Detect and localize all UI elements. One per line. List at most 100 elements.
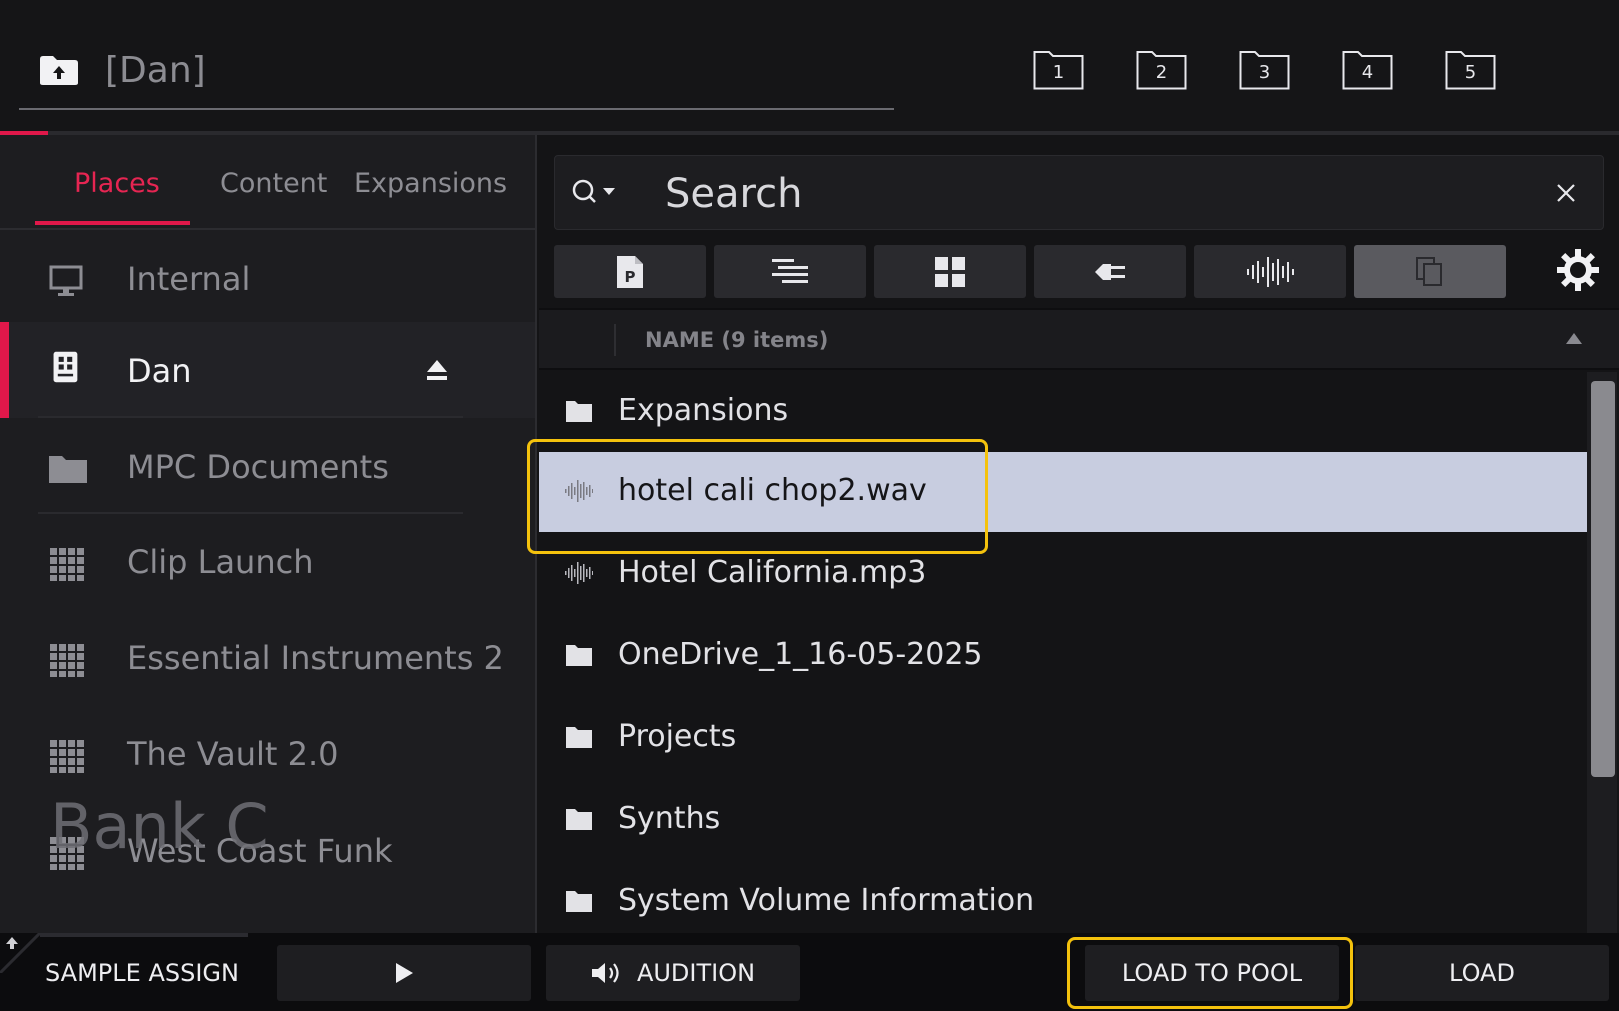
active-tab-indicator (35, 221, 190, 225)
column-divider (614, 324, 616, 356)
grid-icon (50, 644, 84, 677)
places-panel: Places Content Expansions Internal Dan M… (0, 135, 537, 933)
tab-content[interactable]: Content (220, 168, 327, 199)
quick-folder-number: 2 (1155, 62, 1168, 83)
folder-icon (566, 727, 592, 748)
quick-folder-2[interactable]: 2 (1136, 48, 1187, 90)
program-grid-icon (935, 256, 965, 287)
footer-notch (40, 933, 248, 937)
sample-assign-button[interactable]: SAMPLE ASSIGN (45, 959, 239, 987)
shift-arrow-icon[interactable] (0, 933, 40, 973)
file-name: OneDrive_1_16-05-2025 (618, 637, 983, 672)
search-icon[interactable] (571, 178, 619, 208)
audition-label: AUDITION (636, 959, 756, 987)
filter-plugins-button[interactable] (1034, 245, 1186, 298)
folder-up-icon[interactable] (39, 54, 79, 86)
file-browser-panel: P (539, 135, 1619, 933)
folder-icon (49, 456, 87, 483)
waveform-icon (565, 562, 593, 584)
place-the-vault-2[interactable]: The Vault 2.0 (0, 705, 535, 801)
waveform-icon (565, 480, 593, 502)
audition-button[interactable]: AUDITION (546, 945, 800, 1001)
load-label: LOAD (1449, 959, 1515, 987)
place-label: Clip Launch (127, 543, 314, 581)
speaker-icon (591, 963, 619, 983)
plugin-icon (1095, 263, 1125, 280)
place-label: Internal (127, 260, 251, 298)
file-row-hotel-california[interactable]: Hotel California.mp3 (539, 534, 1587, 614)
place-mpc-documents[interactable]: MPC Documents (0, 418, 535, 514)
load-to-pool-label: LOAD TO POOL (1121, 959, 1303, 987)
filter-all-files-button[interactable] (1354, 245, 1506, 298)
quick-folder-number: 3 (1258, 62, 1271, 83)
load-to-pool-button[interactable]: LOAD TO POOL (1085, 945, 1339, 1001)
place-west-coast-funk[interactable]: West Coast Funk (0, 802, 535, 898)
path-bar: [Dan] (19, 40, 894, 110)
file-name: Synths (618, 801, 721, 836)
place-internal[interactable]: Internal (0, 230, 535, 326)
svg-text:P: P (625, 268, 636, 286)
list-header: NAME (9 items) (539, 308, 1619, 370)
file-list: Expansions hotel cali chop2.wav Hotel Ca… (539, 372, 1587, 933)
file-name: hotel cali chop2.wav (618, 473, 927, 508)
file-name: Expansions (618, 393, 789, 428)
quick-folder-3[interactable]: 3 (1239, 48, 1290, 90)
quick-folder-1[interactable]: 1 (1033, 48, 1084, 90)
filter-projects-button[interactable]: P (554, 245, 706, 298)
waveform-icon (1247, 256, 1294, 287)
place-label: West Coast Funk (127, 832, 393, 870)
file-row-system-volume-information[interactable]: System Volume Information (539, 862, 1587, 933)
selection-indicator (0, 322, 9, 418)
gear-icon[interactable] (1555, 247, 1601, 293)
name-column-header[interactable]: NAME (9 items) (645, 328, 828, 352)
browser-header: [Dan] 1 2 3 4 5 (0, 0, 1619, 131)
place-label: MPC Documents (127, 448, 389, 486)
source-tabs: Places Content Expansions (0, 135, 535, 230)
file-name: System Volume Information (618, 883, 1035, 918)
project-file-icon: P (617, 255, 643, 288)
quick-folder-number: 1 (1052, 62, 1065, 83)
filter-samples-button[interactable] (1194, 245, 1346, 298)
tab-expansions[interactable]: Expansions (354, 168, 507, 199)
tab-places[interactable]: Places (74, 168, 160, 199)
grid-icon (50, 740, 84, 773)
drive-icon (53, 351, 78, 383)
sort-ascending-icon[interactable] (1566, 333, 1582, 344)
current-path: [Dan] (105, 50, 206, 91)
monitor-icon (49, 265, 83, 296)
scrollbar-thumb[interactable] (1591, 381, 1615, 777)
search-bar (554, 155, 1604, 230)
file-name: Projects (618, 719, 737, 754)
type-filters: P (554, 245, 1506, 298)
file-row-onedrive[interactable]: OneDrive_1_16-05-2025 (539, 616, 1587, 696)
quick-folder-5[interactable]: 5 (1445, 48, 1496, 90)
place-essential-instruments-2[interactable]: Essential Instruments 2 (0, 609, 535, 705)
folder-icon (566, 891, 592, 912)
place-clip-launch[interactable]: Clip Launch (0, 513, 535, 609)
quick-folder-4[interactable]: 4 (1342, 48, 1393, 90)
folder-icon (566, 645, 592, 666)
quick-folder-number: 5 (1464, 62, 1477, 83)
sequence-icon (772, 258, 808, 283)
folder-icon (566, 401, 592, 422)
place-label: Essential Instruments 2 (127, 639, 504, 677)
file-row-projects[interactable]: Projects (539, 698, 1587, 778)
grid-icon (50, 837, 84, 870)
filter-sequences-button[interactable] (714, 245, 866, 298)
place-label: The Vault 2.0 (127, 735, 339, 773)
search-input[interactable] (665, 166, 1485, 221)
play-button[interactable] (277, 945, 531, 1001)
close-icon[interactable] (1553, 180, 1579, 206)
file-row-expansions[interactable]: Expansions (539, 372, 1587, 452)
file-row-hotel-cali-chop2[interactable]: hotel cali chop2.wav (539, 452, 1587, 532)
footer-bar: SAMPLE ASSIGN AUDITION LOAD TO POOL LOAD (0, 933, 1619, 1011)
eject-icon[interactable] (426, 356, 448, 384)
file-row-synths[interactable]: Synths (539, 780, 1587, 860)
play-icon (396, 963, 413, 983)
place-dan[interactable]: Dan (0, 322, 535, 418)
quick-folders: 1 2 3 4 5 (1033, 48, 1496, 90)
filter-programs-button[interactable] (874, 245, 1026, 298)
grid-icon (50, 548, 84, 581)
load-button[interactable]: LOAD (1355, 945, 1609, 1001)
file-name: Hotel California.mp3 (618, 555, 927, 590)
